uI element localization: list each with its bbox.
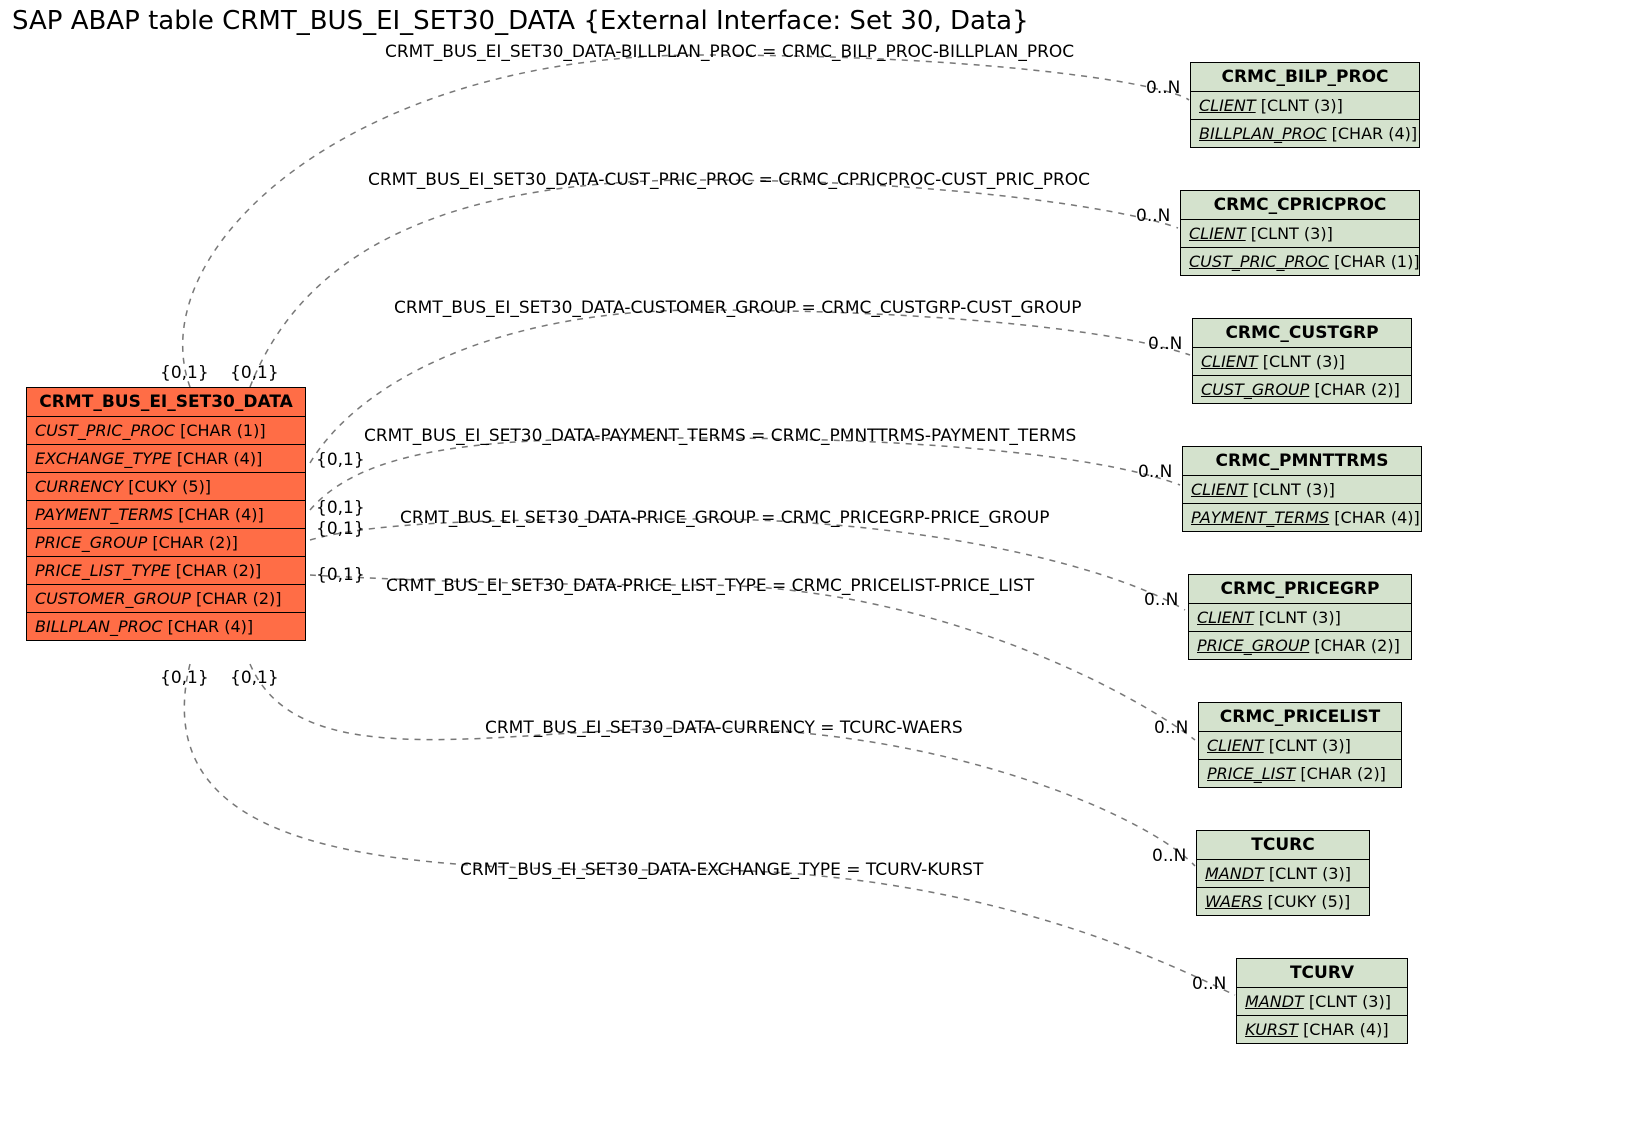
cardinality: 0..N <box>1148 334 1182 354</box>
cardinality: 0..N <box>1138 462 1172 482</box>
entity-main-field: EXCHANGE_TYPE [CHAR (4)] <box>27 445 305 473</box>
cardinality: 0..N <box>1144 590 1178 610</box>
entity-main-field: CURRENCY [CUKY (5)] <box>27 473 305 501</box>
entity-field: WAERS [CUKY (5)] <box>1197 888 1369 915</box>
entity-header: CRMC_CPRICPROC <box>1181 191 1419 220</box>
entity-header: CRMC_PMNTTRMS <box>1183 447 1421 476</box>
cardinality: {0,1} <box>316 450 365 470</box>
cardinality: {0,1} <box>230 668 279 688</box>
entity-field: MANDT [CLNT (3)] <box>1197 860 1369 888</box>
entity-field: CLIENT [CLNT (3)] <box>1189 604 1411 632</box>
entity-crmc-bilp-proc: CRMC_BILP_PROC CLIENT [CLNT (3)] BILLPLA… <box>1190 62 1420 148</box>
entity-field: PAYMENT_TERMS [CHAR (4)] <box>1183 504 1421 531</box>
relation-label: CRMT_BUS_EI_SET30_DATA-CUSTOMER_GROUP = … <box>394 298 1081 318</box>
cardinality: {0,1} <box>316 498 365 518</box>
cardinality: 0..N <box>1192 974 1226 994</box>
entity-field: CLIENT [CLNT (3)] <box>1183 476 1421 504</box>
entity-main-header: CRMT_BUS_EI_SET30_DATA <box>27 388 305 417</box>
entity-main-field: PAYMENT_TERMS [CHAR (4)] <box>27 501 305 529</box>
cardinality: {0,1} <box>316 565 365 585</box>
entity-header: TCURC <box>1197 831 1369 860</box>
entity-header: CRMC_BILP_PROC <box>1191 63 1419 92</box>
cardinality: 0..N <box>1154 718 1188 738</box>
entity-header: CRMC_CUSTGRP <box>1193 319 1411 348</box>
relation-label: CRMT_BUS_EI_SET30_DATA-CUST_PRIC_PROC = … <box>368 170 1090 190</box>
entity-field: KURST [CHAR (4)] <box>1237 1016 1407 1043</box>
entity-field: CUST_PRIC_PROC [CHAR (1)] <box>1181 248 1419 275</box>
cardinality: 0..N <box>1136 206 1170 226</box>
entity-crmc-pricelist: CRMC_PRICELIST CLIENT [CLNT (3)] PRICE_L… <box>1198 702 1402 788</box>
entity-main-field: PRICE_GROUP [CHAR (2)] <box>27 529 305 557</box>
cardinality: 0..N <box>1146 78 1180 98</box>
entity-main: CRMT_BUS_EI_SET30_DATA CUST_PRIC_PROC [C… <box>26 387 306 641</box>
relation-label: CRMT_BUS_EI_SET30_DATA-PRICE_LIST_TYPE =… <box>386 576 1034 596</box>
entity-field: BILLPLAN_PROC [CHAR (4)] <box>1191 120 1419 147</box>
cardinality: {0,1} <box>316 519 365 539</box>
cardinality: 0..N <box>1152 846 1186 866</box>
relation-label: CRMT_BUS_EI_SET30_DATA-PAYMENT_TERMS = C… <box>364 426 1076 446</box>
entity-main-field: PRICE_LIST_TYPE [CHAR (2)] <box>27 557 305 585</box>
entity-crmc-cpricproc: CRMC_CPRICPROC CLIENT [CLNT (3)] CUST_PR… <box>1180 190 1420 276</box>
relation-label: CRMT_BUS_EI_SET30_DATA-PRICE_GROUP = CRM… <box>400 508 1049 528</box>
entity-main-field: CUSTOMER_GROUP [CHAR (2)] <box>27 585 305 613</box>
entity-field: CLIENT [CLNT (3)] <box>1199 732 1401 760</box>
entity-main-field: BILLPLAN_PROC [CHAR (4)] <box>27 613 305 640</box>
page-title: SAP ABAP table CRMT_BUS_EI_SET30_DATA {E… <box>12 6 1029 36</box>
relation-label: CRMT_BUS_EI_SET30_DATA-EXCHANGE_TYPE = T… <box>460 860 983 880</box>
relation-label: CRMT_BUS_EI_SET30_DATA-BILLPLAN_PROC = C… <box>385 42 1074 62</box>
entity-header: CRMC_PRICELIST <box>1199 703 1401 732</box>
entity-main-field: CUST_PRIC_PROC [CHAR (1)] <box>27 417 305 445</box>
cardinality: {0,1} <box>160 363 209 383</box>
entity-header: CRMC_PRICEGRP <box>1189 575 1411 604</box>
cardinality: {0,1} <box>230 363 279 383</box>
entity-field: CLIENT [CLNT (3)] <box>1181 220 1419 248</box>
entity-header: TCURV <box>1237 959 1407 988</box>
entity-field: PRICE_GROUP [CHAR (2)] <box>1189 632 1411 659</box>
entity-field: PRICE_LIST [CHAR (2)] <box>1199 760 1401 787</box>
entity-field: CUST_GROUP [CHAR (2)] <box>1193 376 1411 403</box>
relation-label: CRMT_BUS_EI_SET30_DATA-CURRENCY = TCURC-… <box>485 718 963 738</box>
cardinality: {0,1} <box>160 668 209 688</box>
entity-crmc-custgrp: CRMC_CUSTGRP CLIENT [CLNT (3)] CUST_GROU… <box>1192 318 1412 404</box>
entity-field: CLIENT [CLNT (3)] <box>1193 348 1411 376</box>
entity-crmc-pricegrp: CRMC_PRICEGRP CLIENT [CLNT (3)] PRICE_GR… <box>1188 574 1412 660</box>
entity-tcurv: TCURV MANDT [CLNT (3)] KURST [CHAR (4)] <box>1236 958 1408 1044</box>
entity-crmc-pmnttrms: CRMC_PMNTTRMS CLIENT [CLNT (3)] PAYMENT_… <box>1182 446 1422 532</box>
entity-tcurc: TCURC MANDT [CLNT (3)] WAERS [CUKY (5)] <box>1196 830 1370 916</box>
entity-field: CLIENT [CLNT (3)] <box>1191 92 1419 120</box>
entity-field: MANDT [CLNT (3)] <box>1237 988 1407 1016</box>
